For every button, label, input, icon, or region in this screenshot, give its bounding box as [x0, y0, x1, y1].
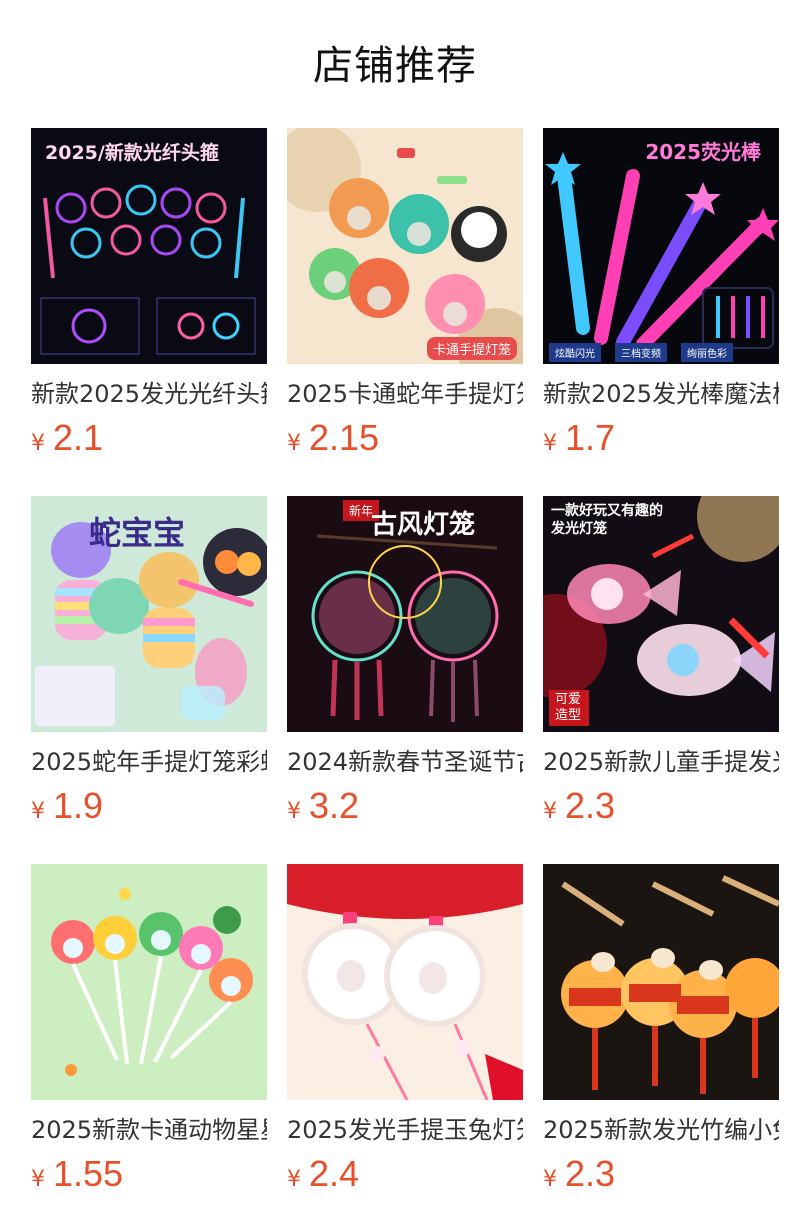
currency-symbol: ¥ — [287, 799, 301, 824]
product-card[interactable]: 新年 古风灯笼 2024新款春节圣诞节古风灯笼 ¥3.2 — [287, 496, 523, 864]
price-amount: 1.7 — [565, 417, 616, 458]
currency-symbol: ¥ — [543, 1167, 557, 1192]
feature-badge: 绚丽色彩 — [681, 343, 733, 362]
price-amount: 2.3 — [565, 785, 616, 826]
product-title[interactable]: 2025卡通蛇年手提灯笼 — [287, 376, 523, 412]
currency-symbol: ¥ — [543, 431, 557, 456]
product-card[interactable]: 2025新款发光竹编小兔灯笼 ¥2.3 — [543, 864, 779, 1232]
image-caption: 一款好玩又有趣的发光灯笼 — [551, 503, 663, 537]
product-price: ¥2.15 — [287, 416, 523, 460]
product-title[interactable]: 新款2025发光棒魔法棒 — [543, 376, 779, 412]
product-card[interactable]: 蛇宝宝 2025蛇年手提灯笼彩虹圈 ¥1.9 — [31, 496, 267, 864]
product-card[interactable]: 2025荧光棒 炫酷闪光 三档变频 绚丽色彩 新款2025发光棒魔法棒 ¥1.7 — [543, 128, 779, 496]
product-price: ¥2.4 — [287, 1152, 523, 1196]
product-price: ¥1.7 — [543, 416, 779, 460]
product-image-goldfish-lantern[interactable]: 一款好玩又有趣的发光灯笼 可爱造型 — [543, 496, 779, 732]
product-image-bamboo-rabbit-lantern[interactable] — [543, 864, 779, 1100]
currency-symbol: ¥ — [543, 799, 557, 824]
image-caption: 古风灯笼 — [371, 510, 476, 540]
image-caption: 2025荧光棒 — [645, 140, 761, 164]
product-price: ¥2.3 — [543, 1152, 779, 1196]
currency-symbol: ¥ — [31, 1167, 45, 1192]
product-image-jade-rabbit-lantern[interactable] — [287, 864, 523, 1100]
product-image-glow-stick[interactable]: 2025荧光棒 炫酷闪光 三档变频 绚丽色彩 — [543, 128, 779, 364]
currency-symbol: ¥ — [287, 1167, 301, 1192]
product-title[interactable]: 2025新款儿童手提发光灯笼 — [543, 744, 779, 780]
product-price: ¥3.2 — [287, 784, 523, 828]
product-title[interactable]: 2025蛇年手提灯笼彩虹圈 — [31, 744, 267, 780]
product-price: ¥2.1 — [31, 416, 267, 460]
feature-badge: 炫酷闪光 — [549, 343, 601, 362]
product-title[interactable]: 2024新款春节圣诞节古风灯笼 — [287, 744, 523, 780]
currency-symbol: ¥ — [31, 799, 45, 824]
price-amount: 3.2 — [309, 785, 360, 826]
product-card[interactable]: 2025/新款光纤头箍 新款2025发光光纤头箍 ¥2.1 — [31, 128, 267, 496]
image-caption: 卡通手提灯笼 — [426, 337, 517, 360]
product-image-animal-star-light[interactable] — [31, 864, 267, 1100]
feature-badge: 三档变频 — [615, 343, 667, 362]
product-title[interactable]: 2025发光手提玉兔灯笼 — [287, 1112, 523, 1148]
product-card[interactable]: 2025新款卡通动物星星手持灯 ¥1.55 — [31, 864, 267, 1232]
currency-symbol: ¥ — [31, 431, 45, 456]
product-image-snake-lantern[interactable]: 卡通手提灯笼 — [287, 128, 523, 364]
image-caption: 2025/新款光纤头箍 — [45, 142, 219, 164]
currency-symbol: ¥ — [287, 431, 301, 456]
product-grid: 2025/新款光纤头箍 新款2025发光光纤头箍 ¥2.1 卡通手提灯笼 202… — [31, 128, 779, 1232]
product-price: ¥2.3 — [543, 784, 779, 828]
product-image-light-headband[interactable]: 2025/新款光纤头箍 — [31, 128, 267, 364]
product-price: ¥1.9 — [31, 784, 267, 828]
price-amount: 1.9 — [53, 785, 104, 826]
product-price: ¥1.55 — [31, 1152, 267, 1196]
product-card[interactable]: 卡通手提灯笼 2025卡通蛇年手提灯笼 ¥2.15 — [287, 128, 523, 496]
product-image-rainbow-spring-lantern[interactable]: 蛇宝宝 — [31, 496, 267, 732]
price-amount: 1.55 — [53, 1153, 124, 1194]
product-title[interactable]: 新款2025发光光纤头箍 — [31, 376, 267, 412]
product-title[interactable]: 2025新款发光竹编小兔灯笼 — [543, 1112, 779, 1148]
price-amount: 2.15 — [309, 417, 380, 458]
product-card[interactable]: 一款好玩又有趣的发光灯笼 可爱造型 2025新款儿童手提发光灯笼 ¥2.3 — [543, 496, 779, 864]
product-image-ancient-lantern[interactable]: 新年 古风灯笼 — [287, 496, 523, 732]
image-badge: 可爱造型 — [549, 690, 589, 726]
page-title: 店铺推荐 — [313, 43, 477, 89]
product-card[interactable]: 2025发光手提玉兔灯笼 ¥2.4 — [287, 864, 523, 1232]
image-caption: 蛇宝宝 — [89, 514, 186, 552]
price-amount: 2.4 — [309, 1153, 360, 1194]
price-amount: 2.1 — [53, 417, 104, 458]
price-amount: 2.3 — [565, 1153, 616, 1194]
product-title[interactable]: 2025新款卡通动物星星手持灯 — [31, 1112, 267, 1148]
